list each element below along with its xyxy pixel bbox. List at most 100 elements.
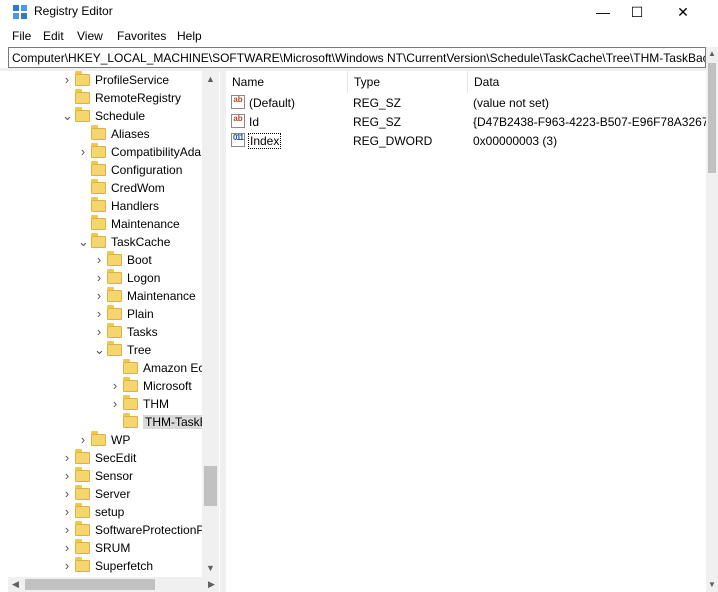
chevron-right-icon[interactable]: ›: [94, 289, 104, 302]
tree-item[interactable]: › Logon: [8, 269, 204, 287]
folder-icon: [91, 179, 106, 194]
chevron-right-icon[interactable]: ›: [94, 253, 104, 266]
tree-item[interactable]: Amazon Ec: [8, 359, 204, 377]
folder-icon: [75, 107, 90, 122]
chevron-right-icon[interactable]: ›: [62, 541, 72, 554]
tree-item[interactable]: Handlers: [8, 197, 204, 215]
menu-view[interactable]: View: [77, 29, 103, 43]
tree-item-label: Boot: [127, 253, 152, 267]
chevron-right-icon[interactable]: ›: [78, 145, 88, 158]
folder-icon: [107, 323, 122, 338]
chevron-down-icon[interactable]: ⌄: [62, 109, 73, 122]
string-value-icon: ab: [231, 95, 245, 109]
chevron-down-icon[interactable]: ⌄: [78, 235, 89, 248]
tree-hscroll-thumb[interactable]: [25, 579, 155, 590]
tree-scroll-thumb[interactable]: [204, 466, 217, 506]
chevron-right-icon[interactable]: ›: [110, 397, 120, 410]
tree-item[interactable]: › Boot: [8, 251, 204, 269]
tree-item-label: Maintenance: [111, 217, 180, 231]
registry-editor-icon: [13, 5, 27, 19]
tree-item[interactable]: › THM: [8, 395, 204, 413]
scroll-down-icon[interactable]: ▼: [202, 560, 219, 577]
tree-item[interactable]: › CompatibilityAda: [8, 143, 204, 161]
tree-item-label: SoftwareProtectionP: [95, 523, 205, 537]
window-edge-scrollbar[interactable]: ▲ ▼: [706, 47, 718, 592]
tree-item[interactable]: › SoftwareProtectionP: [8, 521, 204, 539]
address-bar[interactable]: Computer\HKEY_LOCAL_MACHINE\SOFTWARE\Mic…: [8, 47, 706, 68]
chevron-down-icon[interactable]: ⌄: [94, 343, 105, 356]
tree-item[interactable]: › SecEdit: [8, 449, 204, 467]
menu-file[interactable]: File: [12, 29, 31, 43]
tree-item-label: ProfileService: [95, 73, 170, 87]
value-row[interactable]: ab (Default) REG_SZ (value not set): [226, 93, 706, 112]
tree-item-label: THM-TaskB: [143, 415, 210, 429]
column-header-name[interactable]: Name: [226, 71, 348, 93]
tree-horizontal-scrollbar[interactable]: ◀ ▶: [8, 577, 219, 592]
menu-bar: File Edit View Favorites Help: [0, 26, 718, 46]
key-tree[interactable]: › ProfileService RemoteRegistry ⌄ Schedule Al…: [8, 71, 220, 592]
window-title: Registry Editor: [34, 4, 113, 18]
chevron-right-icon[interactable]: ›: [94, 325, 104, 338]
chevron-right-icon[interactable]: ›: [94, 307, 104, 320]
tree-item-label: Plain: [127, 307, 154, 321]
tree-item[interactable]: › Tasks: [8, 323, 204, 341]
menu-help[interactable]: Help: [177, 29, 202, 43]
chevron-right-icon[interactable]: ›: [94, 271, 104, 284]
chevron-right-icon[interactable]: ›: [62, 73, 72, 86]
folder-icon: [107, 269, 122, 284]
tree-item[interactable]: THM-TaskB: [8, 413, 210, 431]
tree-item[interactable]: ⌄ TaskCache: [8, 233, 204, 251]
value-name: Id: [249, 115, 260, 129]
tree-item-label: Aliases: [111, 127, 150, 141]
tree-item[interactable]: Maintenance: [8, 215, 204, 233]
chevron-right-icon[interactable]: ›: [62, 559, 72, 572]
tree-vertical-scrollbar[interactable]: ▲ ▼: [202, 71, 219, 577]
scroll-left-icon[interactable]: ◀: [8, 577, 23, 592]
scroll-up-icon[interactable]: ▲: [706, 47, 718, 61]
value-data: (value not set): [473, 96, 550, 110]
tree-item[interactable]: › Maintenance: [8, 287, 204, 305]
tree-item[interactable]: › setup: [8, 503, 204, 521]
registry-editor-window: Registry Editor — ☐ ✕ File Edit View Fav…: [0, 0, 718, 592]
tree-item[interactable]: Aliases: [8, 125, 204, 143]
column-header-type[interactable]: Type: [348, 71, 468, 93]
scroll-down-icon[interactable]: ▼: [706, 578, 718, 592]
tree-item[interactable]: › Superfetch: [8, 557, 204, 575]
chevron-right-icon[interactable]: ›: [62, 469, 72, 482]
column-header-data[interactable]: Data: [468, 71, 706, 93]
value-row[interactable]: 011 Index REG_DWORD 0x00000003 (3): [226, 131, 706, 150]
tree-item[interactable]: › Microsoft: [8, 377, 204, 395]
chevron-right-icon[interactable]: ›: [62, 523, 72, 536]
tree-item-label: Schedule: [95, 109, 146, 123]
chevron-right-icon[interactable]: ›: [110, 379, 120, 392]
scroll-up-icon[interactable]: ▲: [202, 71, 219, 88]
tree-item[interactable]: CredWom: [8, 179, 204, 197]
chevron-right-icon[interactable]: ›: [78, 433, 88, 446]
title-bar[interactable]: Registry Editor — ☐ ✕: [0, 0, 718, 24]
values-list[interactable]: Name Type Data ab (Default) REG_SZ (value n…: [226, 71, 706, 592]
edge-scroll-thumb[interactable]: [708, 63, 716, 173]
value-row[interactable]: ab Id REG_SZ {D47B2438-F963-4223-B507-E96F7…: [226, 112, 706, 131]
tree-item[interactable]: › WP: [8, 431, 204, 449]
tree-item[interactable]: › Plain: [8, 305, 204, 323]
folder-icon: [91, 143, 106, 158]
chevron-right-icon[interactable]: ›: [62, 487, 72, 500]
close-button[interactable]: ✕: [660, 0, 706, 24]
tree-item[interactable]: ⌄ Schedule: [8, 107, 204, 125]
tree-item-label: Amazon Ec: [143, 361, 205, 375]
menu-edit[interactable]: Edit: [43, 29, 64, 43]
scroll-right-icon[interactable]: ▶: [204, 577, 219, 592]
maximize-button[interactable]: ☐: [614, 0, 660, 24]
tree-item[interactable]: › Server: [8, 485, 204, 503]
tree-item[interactable]: › ProfileService: [8, 71, 204, 89]
menu-favorites[interactable]: Favorites: [117, 29, 166, 43]
dword-value-icon: 011: [231, 133, 245, 147]
tree-item[interactable]: RemoteRegistry: [8, 89, 204, 107]
tree-item[interactable]: › SRUM: [8, 539, 204, 557]
tree-item[interactable]: › Sensor: [8, 467, 204, 485]
chevron-right-icon[interactable]: ›: [62, 451, 72, 464]
chevron-right-icon[interactable]: ›: [62, 505, 72, 518]
tree-item[interactable]: ⌄ Tree: [8, 341, 204, 359]
tree-item[interactable]: Configuration: [8, 161, 204, 179]
tree-item-label: Server: [95, 487, 131, 501]
